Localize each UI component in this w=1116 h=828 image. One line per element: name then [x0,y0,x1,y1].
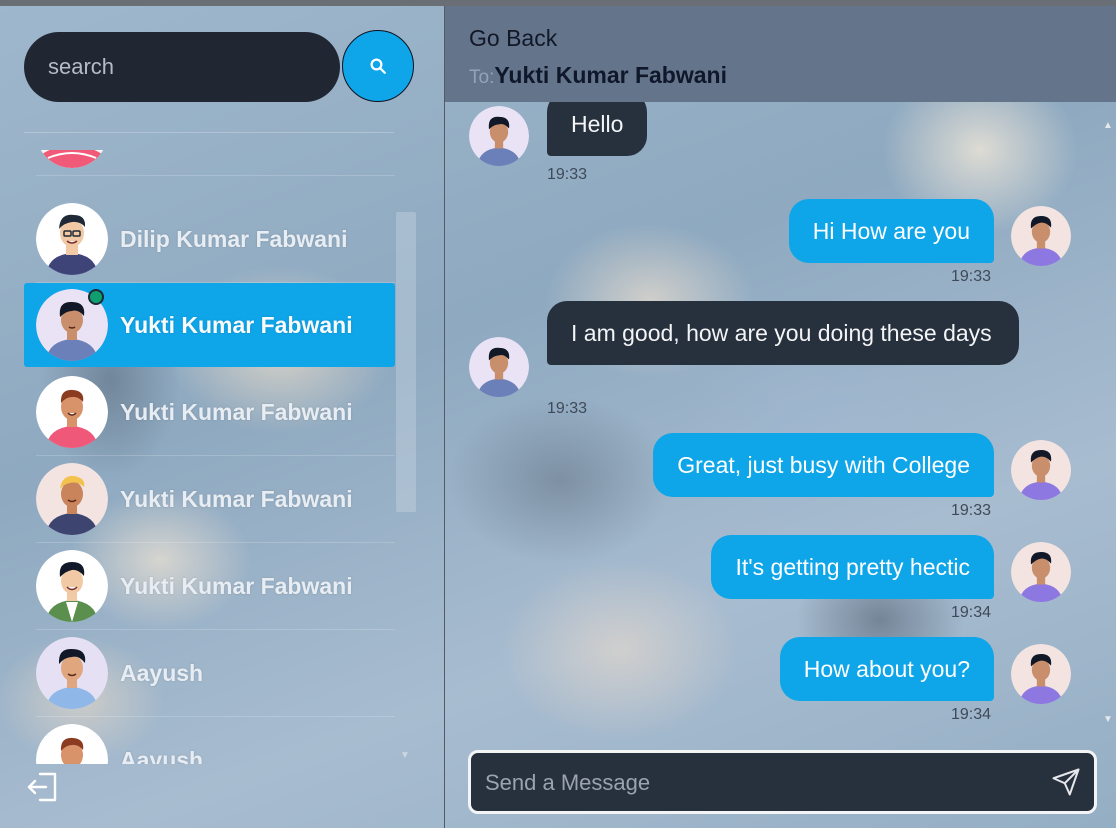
contact-item[interactable]: Yukti Kumar Fabwani [24,370,395,456]
contact-name: Aayush [120,746,204,765]
contact-name: Yukti Kumar Fabwani [120,485,353,512]
message-input[interactable] [485,767,1025,799]
contact-item[interactable]: Dilip Kumar Fabwani [24,197,395,283]
search-input[interactable] [24,32,340,102]
contact-name: Yukti Kumar Fabwani [120,572,353,599]
message-time: 19:33 [951,502,992,519]
scroll-up-arrow-icon[interactable]: ▲ [1103,120,1113,131]
message-time: 19:34 [951,604,992,621]
contact-avatar [36,203,108,275]
contact-item[interactable] [24,150,395,176]
row-divider [36,455,395,456]
logout-icon[interactable] [26,770,60,804]
contact-avatar [36,637,108,709]
contact-avatar [36,150,108,168]
chat-header: Go Back To:Yukti Kumar Fabwani [445,6,1116,102]
message-bubble-outgoing: How about you? [779,637,994,701]
message-bubble-incoming: Hello [547,102,648,156]
recipient-line: To:Yukti Kumar Fabwani [469,62,727,89]
contact-name: Yukti Kumar Fabwani [120,311,353,338]
message-composer [468,750,1097,814]
message-time: 19:34 [951,706,992,723]
contact-avatar [36,724,108,764]
contact-avatar [36,376,108,448]
row-divider [36,716,395,717]
contact-list[interactable]: Dilip Kumar Fabwani Yukti Kumar Fabwani [24,150,396,764]
sender-avatar [469,106,529,166]
message-time: 19:33 [547,166,588,183]
contact-item[interactable]: Yukti Kumar Fabwani [24,544,395,630]
contact-name: Yukti Kumar Fabwani [120,398,353,425]
message-bubble-outgoing: Great, just busy with College [653,433,994,497]
row-divider [36,629,395,630]
sender-avatar [469,337,529,397]
online-status-dot [88,289,104,305]
contact-item[interactable]: Aayush [24,631,395,717]
my-avatar [1011,644,1071,704]
send-icon[interactable] [1051,767,1081,797]
message-time: 19:33 [951,268,992,285]
scroll-down-arrow-icon[interactable]: ▼ [1103,714,1113,725]
message-time: 19:33 [547,400,588,417]
message-scrollbar[interactable]: ▲ ▼ [1100,102,1116,736]
row-divider [36,542,395,543]
contact-list-scrollbar[interactable] [396,212,416,512]
recipient-name: Yukti Kumar Fabwani [494,62,727,88]
scroll-down-arrow-icon[interactable]: ▼ [400,750,410,761]
search-icon [370,58,386,74]
contact-name: Dilip Kumar Fabwani [120,225,348,252]
my-avatar [1011,206,1071,266]
contact-avatar [36,463,108,535]
row-divider [36,175,395,176]
search-button[interactable] [342,30,414,102]
message-bubble-outgoing: It's getting pretty hectic [711,535,994,599]
my-avatar [1011,440,1071,500]
message-bubble-outgoing: Hi How are you [788,199,994,263]
to-label: To: [469,67,495,88]
go-back-button[interactable]: Go Back [469,25,557,52]
contact-item[interactable]: Yukti Kumar Fabwani [24,457,395,543]
contact-item-active[interactable]: Yukti Kumar Fabwani [24,283,395,367]
message-bubble-incoming: I am good, how are you doing these days [547,301,1019,365]
contact-name: Aayush [120,659,204,686]
sidebar-divider [24,132,394,133]
contact-item[interactable]: Aayush [24,718,395,764]
my-avatar [1011,542,1071,602]
contact-avatar [36,550,108,622]
message-list[interactable]: Hello 19:33 Hi How are you 19:33 I am go… [445,102,1100,736]
